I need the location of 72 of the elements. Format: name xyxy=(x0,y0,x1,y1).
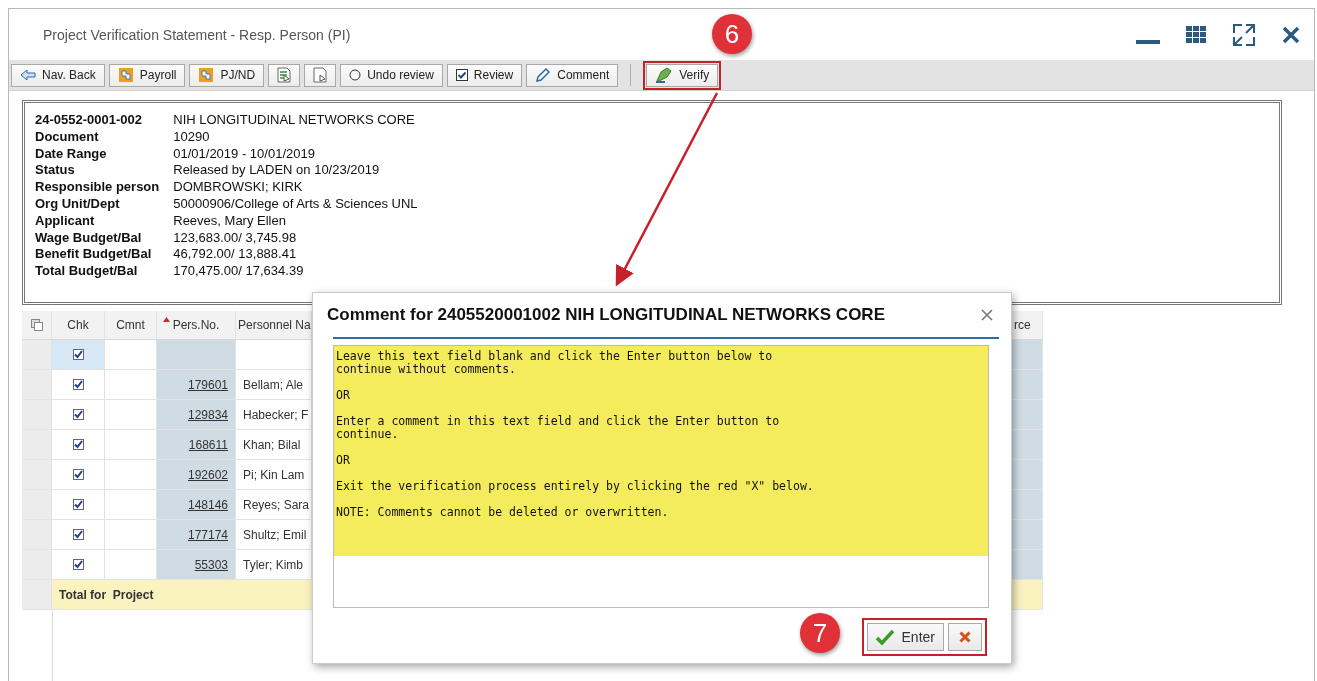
checkbox-icon xyxy=(455,69,468,81)
field-value: 01/01/2019 - 10/01/2019 xyxy=(173,145,316,163)
personnel-name: Bellam; Ale xyxy=(243,377,304,392)
copy-icon xyxy=(30,319,43,331)
field-label: Date Range xyxy=(35,145,108,163)
expand-icon[interactable] xyxy=(1232,22,1256,47)
column-header[interactable]: Chk xyxy=(52,311,105,339)
total-label: Total for Project xyxy=(59,587,154,602)
window-title: Project Verification Statement - Resp. Person (PI) xyxy=(43,26,351,43)
org-chart-icon xyxy=(117,67,134,83)
cancel-button[interactable] xyxy=(948,623,982,651)
checkmark-icon xyxy=(875,629,894,645)
toolbar-button[interactable]: Comment xyxy=(526,63,619,87)
field-value: 10290 xyxy=(173,128,211,146)
stamp-icon xyxy=(655,67,674,83)
back-arrow-icon xyxy=(20,69,36,81)
checkbox[interactable] xyxy=(72,439,84,450)
field-label: Responsible person xyxy=(35,179,160,196)
comment-field[interactable]: Leave this text field blank and click the Enter button below to continue without comments. OR Enter a comment in this text field and click the Enter button to continue. OR Exit the verification process entirely by clicking the red "X" below. NOTE: Comments cannot be deleted or overwritten. xyxy=(333,345,989,608)
toolbar-button[interactable]: Nav. Back xyxy=(11,63,105,87)
minimize-icon[interactable] xyxy=(1136,38,1160,45)
sort-caret-icon xyxy=(163,317,170,322)
personnel-name: Habecker; F xyxy=(243,407,309,422)
field-value: NIH LONGITUDINAL NETWORKS CORE xyxy=(173,112,416,129)
field-label: Applicant xyxy=(35,212,96,230)
toolbar-button[interactable]: Verify xyxy=(646,63,719,87)
field-label: Total Budget/Bal xyxy=(35,263,139,280)
close-icon[interactable] xyxy=(981,309,993,321)
personnel-name: Shultz; Emil xyxy=(243,527,307,542)
checkbox[interactable] xyxy=(72,469,84,480)
field-label: Status xyxy=(35,162,76,180)
personnel-name: Khan; Bilal xyxy=(243,437,301,452)
checkbox[interactable] xyxy=(72,379,84,390)
personnel-name: Pi; Kin Lam xyxy=(243,467,305,482)
field-value: 50000906/College of Arts & Sciences UNL xyxy=(173,196,418,213)
field-label: Wage Budget/Bal xyxy=(35,229,143,247)
toolbar-button[interactable]: Review xyxy=(446,63,523,87)
org-chart-icon xyxy=(198,67,215,83)
enter-button[interactable]: Enter xyxy=(866,623,944,651)
field-label: Document xyxy=(35,128,100,146)
checkbox[interactable] xyxy=(72,349,84,360)
icon-button[interactable] xyxy=(268,63,301,87)
checkbox[interactable] xyxy=(72,529,84,540)
dialog-title: Comment for 2405520001002 NIH LONGITUDINAL NETWORKS CORE xyxy=(327,305,885,325)
checkbox[interactable] xyxy=(72,499,84,510)
step-callout: 6 xyxy=(712,14,752,54)
table-cell[interactable] xyxy=(52,340,105,369)
field-value: Released by LADEN on 10/23/2019 xyxy=(173,162,381,180)
column-header[interactable]: Pers.No. xyxy=(157,311,236,339)
personnel-name: Reyes; Sara xyxy=(243,497,310,512)
document-icon xyxy=(277,67,292,83)
field-value: 46,792.00/ 13,888.41 xyxy=(173,246,298,264)
radio-icon xyxy=(349,69,362,81)
close-icon[interactable] xyxy=(1282,25,1300,44)
column-header[interactable]: Cmnt xyxy=(105,311,157,339)
field-value: 123,683.00/ 3,745.98 xyxy=(173,229,298,247)
checkbox[interactable] xyxy=(72,409,84,420)
field-value: 170,475.00/ 17,634.39 xyxy=(173,263,305,280)
field-value: Reeves, Mary Ellen xyxy=(173,212,287,230)
checkbox[interactable] xyxy=(72,559,84,570)
toolbar-button[interactable]: Payroll xyxy=(108,63,186,87)
personnel-name: Tyler; Kimb xyxy=(243,557,303,572)
grid-icon[interactable] xyxy=(1186,26,1206,43)
pencil-icon xyxy=(535,67,552,83)
field-label: 24-0552-0001-002 xyxy=(35,112,143,129)
toolbar-button[interactable]: Undo review xyxy=(340,63,443,87)
document-icon xyxy=(313,67,328,83)
toolbar-button[interactable]: PJ/ND xyxy=(189,63,265,87)
field-label: Org Unit/Dept xyxy=(35,196,121,213)
field-label: Benefit Budget/Bal xyxy=(35,246,153,264)
cross-icon xyxy=(959,631,971,643)
field-value: DOMBROWSKI; KIRK xyxy=(173,179,304,196)
